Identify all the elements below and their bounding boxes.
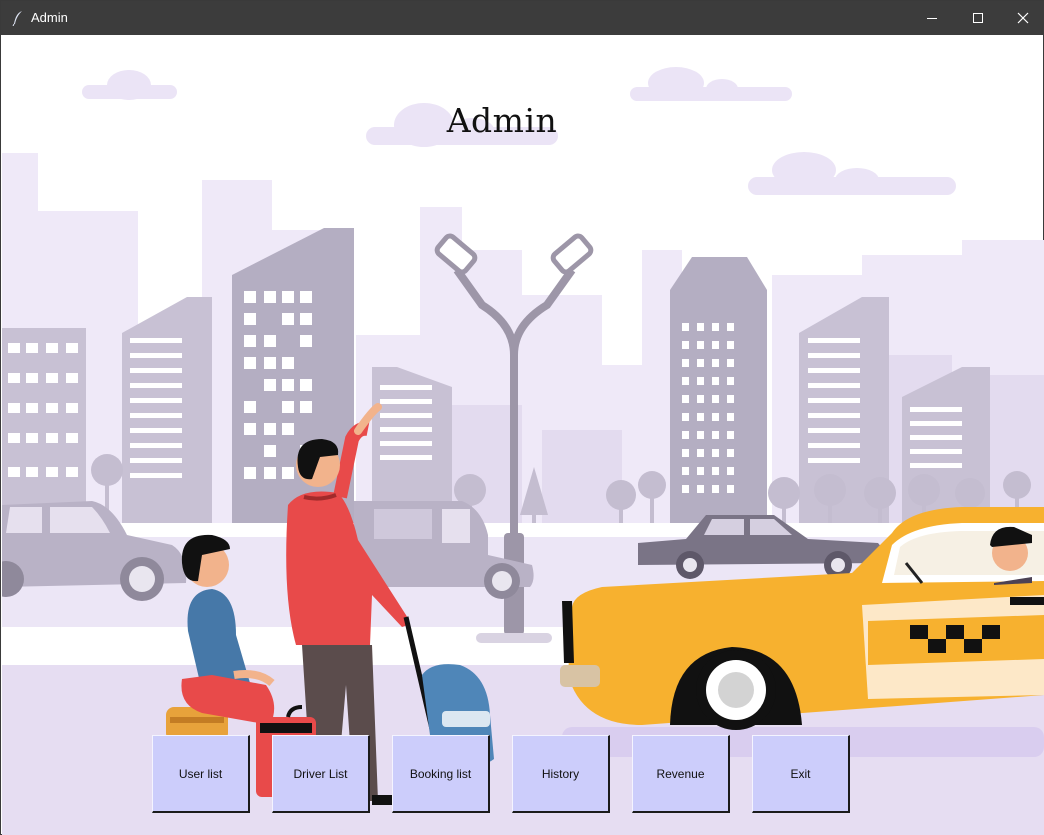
driver-list-button[interactable]: Driver List bbox=[272, 735, 370, 813]
minimize-icon bbox=[927, 18, 937, 19]
user-list-button[interactable]: User list bbox=[152, 735, 250, 813]
city-taxi-illustration: Admin bbox=[2, 35, 1044, 835]
maximize-icon bbox=[973, 13, 983, 23]
history-button[interactable]: History bbox=[512, 735, 610, 813]
exit-button[interactable]: Exit bbox=[752, 735, 850, 813]
maximize-button[interactable] bbox=[955, 1, 1001, 35]
booking-list-button[interactable]: Booking list bbox=[392, 735, 490, 813]
title-bar: Admin bbox=[1, 1, 1044, 35]
background-illustration bbox=[2, 67, 1044, 835]
feather-app-icon bbox=[12, 11, 22, 26]
app-window: Admin Admin User list Driver List Bookin… bbox=[0, 0, 1044, 835]
page-title: Admin bbox=[446, 101, 558, 140]
window-title: Admin bbox=[31, 10, 68, 25]
close-button[interactable] bbox=[1000, 1, 1044, 35]
minimize-button[interactable] bbox=[909, 1, 955, 35]
revenue-button[interactable]: Revenue bbox=[632, 735, 730, 813]
close-icon bbox=[1017, 12, 1029, 24]
